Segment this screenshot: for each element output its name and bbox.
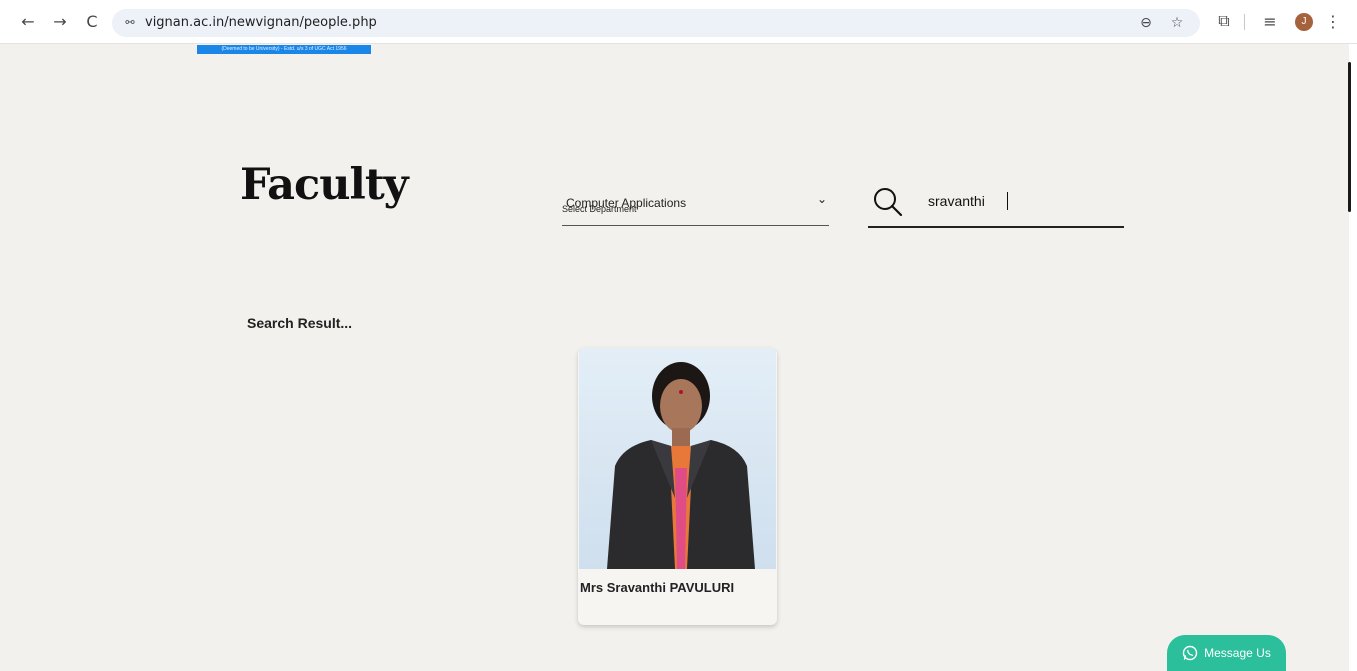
university-banner-strip: (Deemed to be University) - Estd. u/s 3 … <box>197 45 371 54</box>
whatsapp-icon <box>1182 645 1198 661</box>
faculty-card[interactable]: Mrs Sravanthi PAVULURI <box>578 348 777 625</box>
department-select-value: Computer Applications <box>566 196 687 210</box>
message-us-label: Message Us <box>1204 646 1271 660</box>
bookmark-star-icon[interactable]: ☆ <box>1167 13 1187 33</box>
search-result-heading: Search Result... <box>247 315 353 331</box>
faculty-name[interactable]: Mrs Sravanthi PAVULURI <box>580 580 734 595</box>
browser-menu-icon[interactable]: ⋮ <box>1321 9 1345 33</box>
url-text[interactable]: vignan.ac.in/newvignan/people.php <box>145 15 377 30</box>
profile-avatar[interactable]: J <box>1295 13 1313 31</box>
page-title: Faculty <box>240 160 409 210</box>
message-us-button[interactable]: Message Us <box>1167 635 1286 671</box>
chevron-down-icon: ⌄ <box>816 192 827 206</box>
forward-icon[interactable]: → <box>48 9 72 33</box>
scrollbar-thumb[interactable] <box>1348 62 1351 212</box>
search-icon[interactable] <box>872 186 904 218</box>
site-info-icon[interactable]: ⚯ <box>122 15 138 31</box>
faculty-photo <box>579 348 776 569</box>
zoom-icon[interactable]: ⊖ <box>1136 13 1156 33</box>
address-bar[interactable]: ⚯ vignan.ac.in/newvignan/people.php ⊖ ☆ <box>112 9 1200 37</box>
reading-list-icon[interactable]: ≡ <box>1258 9 1282 33</box>
browser-toolbar: ← → C ⚯ vignan.ac.in/newvignan/people.ph… <box>0 0 1357 44</box>
toolbar-divider <box>1244 14 1245 30</box>
faculty-search <box>868 180 1124 228</box>
search-input[interactable] <box>928 188 1118 214</box>
back-icon[interactable]: ← <box>16 9 40 33</box>
text-caret <box>1007 192 1008 210</box>
reload-icon[interactable]: C <box>80 9 104 33</box>
department-select[interactable]: Select Department Computer Applications … <box>562 186 829 226</box>
extensions-icon[interactable]: ⧉ <box>1212 9 1236 33</box>
